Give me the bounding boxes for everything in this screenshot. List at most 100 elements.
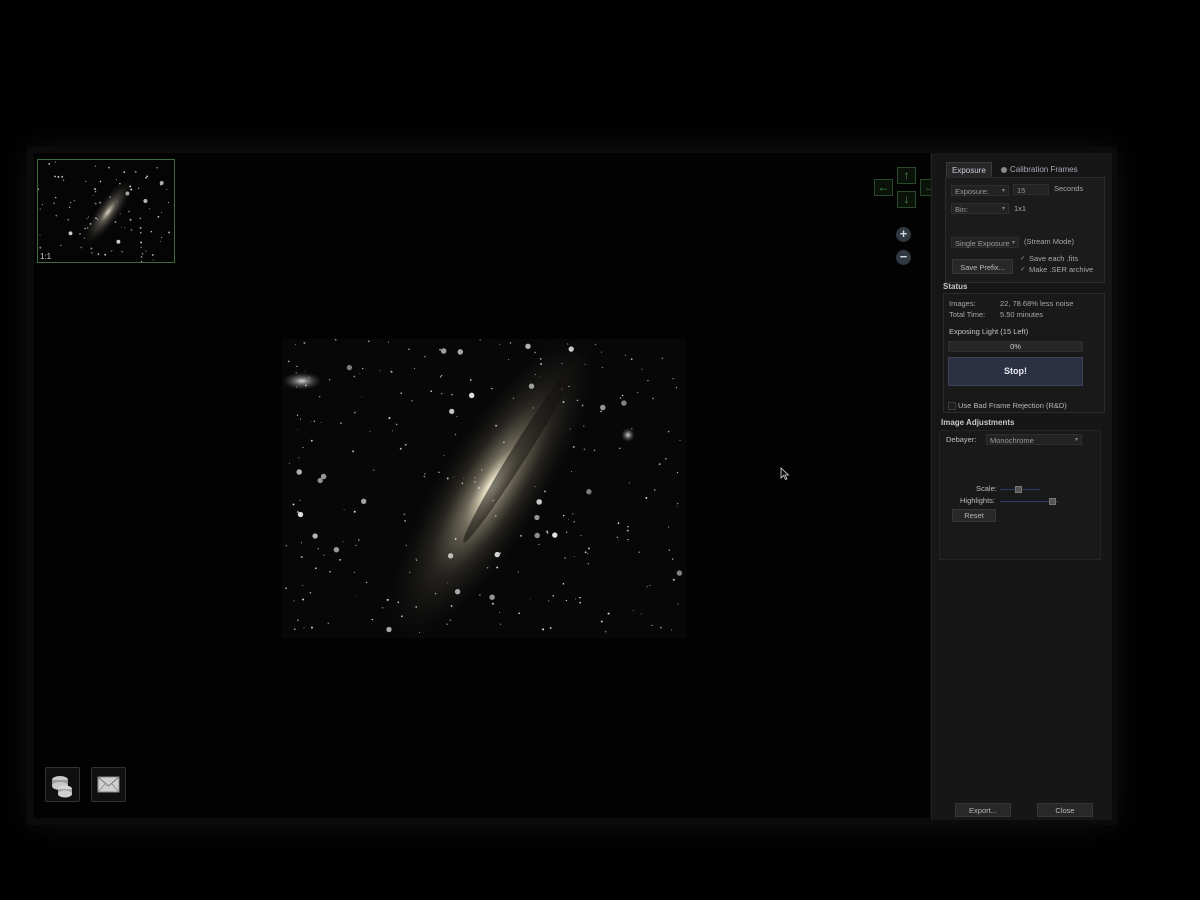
star xyxy=(362,367,364,370)
arrow-left-icon[interactable]: ← xyxy=(874,179,893,196)
star xyxy=(61,175,64,178)
export-button[interactable]: Export... xyxy=(955,803,1011,817)
star xyxy=(449,408,455,415)
star xyxy=(73,199,75,202)
save-prefix-button[interactable]: Save Prefix... xyxy=(952,259,1013,274)
tab-calibration-frames[interactable]: Calibration Frames xyxy=(996,162,1083,177)
star xyxy=(588,547,590,550)
star xyxy=(552,594,554,597)
star xyxy=(87,216,90,218)
star xyxy=(388,417,391,420)
star xyxy=(545,530,549,533)
total-time-value: 5.50 minutes xyxy=(1000,310,1043,319)
star xyxy=(150,230,153,233)
star xyxy=(675,387,678,389)
star xyxy=(600,620,603,623)
star xyxy=(538,376,540,378)
star xyxy=(424,473,426,475)
star xyxy=(500,623,502,625)
live-stack-image[interactable] xyxy=(282,339,686,638)
star xyxy=(676,505,678,507)
bin-value: 1x1 xyxy=(1014,204,1027,213)
star xyxy=(140,256,143,258)
star xyxy=(534,486,536,488)
star xyxy=(411,400,413,402)
star xyxy=(617,539,619,541)
star xyxy=(115,179,117,181)
star xyxy=(627,538,629,541)
exposure-seconds-input[interactable]: 15 xyxy=(1013,184,1049,195)
star xyxy=(499,552,501,555)
star xyxy=(653,489,656,491)
star xyxy=(294,628,296,631)
reset-button[interactable]: Reset xyxy=(952,509,996,522)
star xyxy=(439,348,442,351)
bin-select[interactable]: Bin: ▾ xyxy=(951,203,1009,214)
star xyxy=(495,515,497,517)
scale-slider-handle[interactable] xyxy=(1015,486,1022,493)
make-ser-checkbox[interactable]: ✓ xyxy=(1020,265,1026,273)
progress-text: 0% xyxy=(1010,342,1021,351)
arrow-down-icon[interactable]: ↓ xyxy=(897,191,916,208)
star xyxy=(309,591,312,594)
bin-label: Bin: xyxy=(955,205,968,214)
star xyxy=(292,503,295,506)
star xyxy=(430,390,433,393)
exposure-select[interactable]: Exposure: ▾ xyxy=(951,185,1009,196)
arrow-up-icon[interactable]: ↑ xyxy=(897,167,916,184)
star xyxy=(391,430,394,432)
stop-button[interactable]: Stop! xyxy=(948,357,1083,386)
navigator-thumbnail[interactable]: 1:1 xyxy=(37,159,175,263)
star xyxy=(371,618,373,621)
star xyxy=(447,582,449,584)
star xyxy=(85,180,87,183)
tab-exposure[interactable]: Exposure xyxy=(946,162,992,178)
star xyxy=(573,520,576,523)
star xyxy=(447,553,454,559)
star xyxy=(296,469,302,475)
star xyxy=(491,602,494,605)
star xyxy=(159,181,164,185)
star xyxy=(137,187,140,190)
star xyxy=(586,489,592,495)
stack-tool-button[interactable] xyxy=(45,767,80,802)
star xyxy=(576,399,579,402)
star xyxy=(297,429,299,430)
mail-tool-button[interactable] xyxy=(91,767,126,802)
zoom-in-icon[interactable]: + xyxy=(896,227,911,242)
star xyxy=(91,252,93,254)
exposing-label: Exposing Light (15 Left) xyxy=(949,327,1029,336)
highlights-slider-handle[interactable] xyxy=(1049,498,1057,505)
save-fits-checkbox[interactable]: ✓ xyxy=(1020,254,1026,262)
zoom-out-icon[interactable]: − xyxy=(896,250,911,265)
star xyxy=(285,545,287,547)
star xyxy=(313,420,316,423)
scale-label: Scale: xyxy=(976,484,997,493)
star xyxy=(300,555,303,559)
star xyxy=(587,552,589,555)
bad-frame-checkbox[interactable] xyxy=(948,402,956,410)
star xyxy=(353,510,356,513)
star xyxy=(569,428,571,430)
exposure-progress-bar: 0% xyxy=(948,341,1083,352)
stack-icon xyxy=(52,776,72,798)
star xyxy=(498,463,500,465)
exposure-mode-select[interactable]: Single Exposure ▾ xyxy=(951,237,1019,248)
close-button[interactable]: Close xyxy=(1037,803,1093,817)
debayer-select[interactable]: Monochrome ▾ xyxy=(986,434,1082,445)
star xyxy=(55,161,57,163)
exposure-label: Exposure: xyxy=(955,187,989,196)
star xyxy=(572,445,575,448)
star xyxy=(498,611,501,614)
star xyxy=(580,535,582,537)
star xyxy=(579,601,582,604)
star xyxy=(111,250,113,252)
star xyxy=(399,447,402,450)
star xyxy=(601,351,603,353)
chevron-down-icon: ▾ xyxy=(1001,206,1005,212)
star xyxy=(168,231,171,234)
star xyxy=(139,226,142,229)
star xyxy=(86,218,88,220)
star xyxy=(583,425,585,427)
star xyxy=(618,447,621,450)
